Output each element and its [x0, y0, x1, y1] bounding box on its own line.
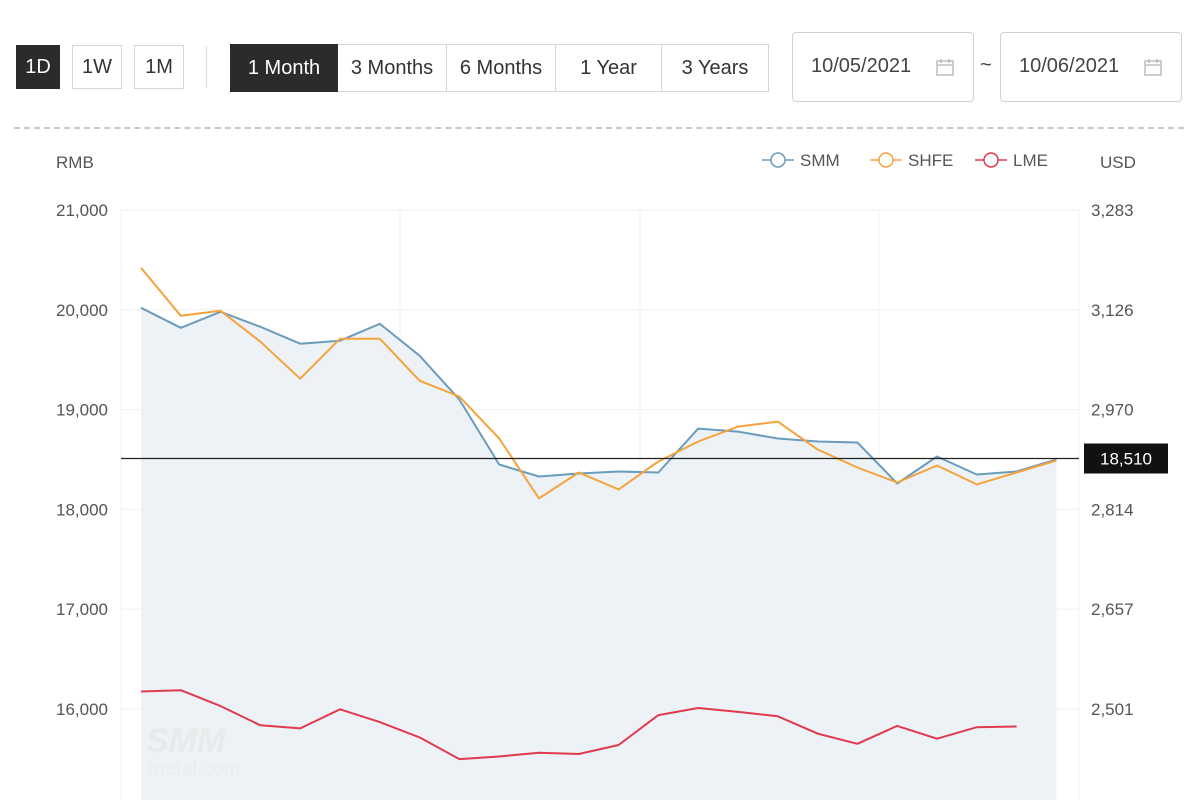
right-tick-label: 2,970: [1091, 401, 1134, 420]
right-axis-unit: USD: [1100, 153, 1136, 172]
left-tick-label: 19,000: [56, 401, 108, 420]
right-tick-label: 3,126: [1091, 301, 1134, 320]
legend-label-shfe[interactable]: SHFE: [908, 151, 953, 170]
left-tick-label: 18,000: [56, 500, 108, 519]
legend-marker-smm: [770, 152, 786, 168]
price-chart[interactable]: SMM metal.com 21,000 20,000 19,000 18,000 17…: [0, 0, 1200, 800]
right-tick-label: 3,283: [1091, 201, 1134, 220]
legend-label-lme[interactable]: LME: [1013, 151, 1048, 170]
right-tick-label: 2,814: [1091, 500, 1134, 519]
watermark-site: metal.com: [148, 758, 240, 780]
right-tick-label: 2,501: [1091, 700, 1134, 719]
legend-marker-shfe: [878, 152, 894, 168]
right-tick-label: 2,657: [1091, 600, 1134, 619]
legend-label-smm[interactable]: SMM: [800, 151, 840, 170]
crosshair-value-label: 18,510: [1100, 450, 1152, 469]
left-tick-label: 16,000: [56, 700, 108, 719]
legend-marker-lme: [983, 152, 999, 168]
left-tick-label: 21,000: [56, 201, 108, 220]
left-tick-label: 20,000: [56, 301, 108, 320]
left-tick-label: 17,000: [56, 600, 108, 619]
chart-legend: SMM SHFE LME: [762, 151, 1048, 170]
left-axis-unit: RMB: [56, 153, 94, 172]
watermark-logo: SMM: [146, 722, 226, 760]
